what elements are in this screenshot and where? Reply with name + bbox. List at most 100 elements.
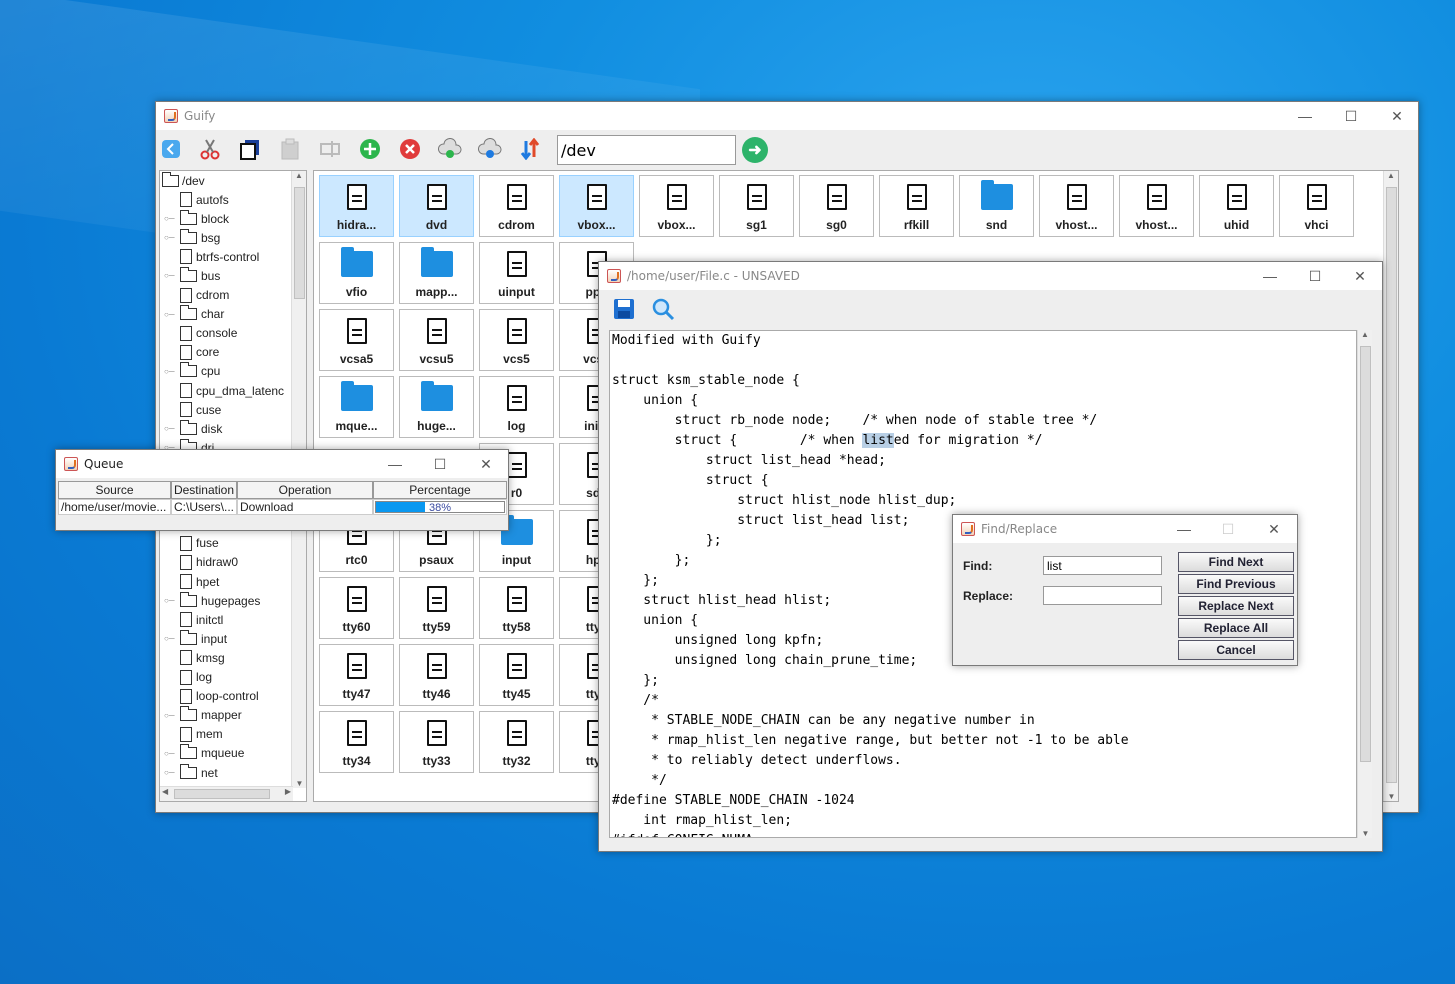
download-button[interactable] bbox=[437, 136, 463, 162]
tree-hscroll-thumb[interactable] bbox=[174, 789, 270, 799]
maximize-button[interactable]: ☐ bbox=[417, 450, 463, 478]
new-button[interactable] bbox=[357, 136, 383, 162]
tree-item-console[interactable]: console bbox=[180, 324, 237, 343]
expand-toggle-icon[interactable]: ○─ bbox=[164, 711, 175, 720]
tree-item-autofs[interactable]: autofs bbox=[180, 190, 229, 209]
tree-item-net[interactable]: ○─ net bbox=[164, 763, 218, 782]
tree-item-bsg[interactable]: ○─ bsg bbox=[164, 228, 220, 247]
copy-button[interactable] bbox=[237, 136, 263, 162]
expand-toggle-icon[interactable]: ○─ bbox=[164, 310, 175, 319]
tree-item-kmsg[interactable]: kmsg bbox=[180, 648, 225, 667]
file-tile[interactable]: mque... bbox=[319, 376, 394, 438]
find-input[interactable]: list bbox=[1043, 556, 1162, 575]
file-tile[interactable]: rfkill bbox=[879, 175, 954, 237]
column-header-percentage[interactable]: Percentage bbox=[373, 481, 507, 499]
file-tile[interactable]: tty59 bbox=[399, 577, 474, 639]
file-tile[interactable]: tty45 bbox=[479, 644, 554, 706]
tree-item-btrfs-control[interactable]: btrfs-control bbox=[180, 247, 259, 266]
tree-item-mem[interactable]: mem bbox=[180, 725, 223, 744]
replace-all-button[interactable]: Replace All bbox=[1178, 618, 1294, 638]
tree-item-hugepages[interactable]: ○─ hugepages bbox=[164, 591, 260, 610]
scroll-up-arrow-icon[interactable]: ▲ bbox=[292, 171, 306, 180]
back-button[interactable] bbox=[158, 136, 184, 162]
tree-item-initctl[interactable]: initctl bbox=[180, 610, 223, 629]
expand-toggle-icon[interactable]: ○─ bbox=[164, 634, 175, 643]
tree-item-disk[interactable]: ○─ disk bbox=[164, 419, 222, 438]
scroll-down-arrow-icon[interactable]: ▼ bbox=[1384, 792, 1398, 801]
expand-toggle-icon[interactable]: ○─ bbox=[164, 768, 175, 777]
scroll-left-arrow-icon[interactable]: ◀ bbox=[162, 787, 168, 796]
expand-toggle-icon[interactable]: ○─ bbox=[164, 214, 175, 223]
file-tile[interactable]: vbox... bbox=[559, 175, 634, 237]
replace-next-button[interactable]: Replace Next bbox=[1178, 596, 1294, 616]
file-tile[interactable]: vcsa5 bbox=[319, 309, 394, 371]
column-header-operation[interactable]: Operation bbox=[237, 481, 373, 499]
queue-progress-cell[interactable]: 38% bbox=[373, 499, 507, 515]
tree-item-cdrom[interactable]: cdrom bbox=[180, 286, 229, 305]
file-tile[interactable]: tty58 bbox=[479, 577, 554, 639]
file-tile[interactable]: tty33 bbox=[399, 711, 474, 773]
queue-source-cell[interactable]: /home/user/movie... bbox=[58, 499, 171, 515]
file-tile[interactable]: tty34 bbox=[319, 711, 394, 773]
minimize-button[interactable]: — bbox=[1247, 262, 1293, 290]
tree-item-hidraw0[interactable]: hidraw0 bbox=[180, 553, 238, 572]
minimize-button[interactable]: — bbox=[372, 450, 418, 478]
expand-toggle-icon[interactable]: ○─ bbox=[164, 596, 175, 605]
tree-item-mapper[interactable]: ○─ mapper bbox=[164, 706, 242, 725]
file-tile[interactable]: vhci bbox=[1279, 175, 1354, 237]
file-tile[interactable]: uhid bbox=[1199, 175, 1274, 237]
file-tile[interactable]: vcs5 bbox=[479, 309, 554, 371]
file-tile[interactable]: vhost... bbox=[1039, 175, 1114, 237]
file-tile[interactable]: snd bbox=[959, 175, 1034, 237]
expand-toggle-icon[interactable]: ○─ bbox=[164, 424, 175, 433]
upload-button[interactable] bbox=[477, 136, 503, 162]
expand-toggle-icon[interactable]: ○─ bbox=[164, 749, 175, 758]
file-tile[interactable]: tty47 bbox=[319, 644, 394, 706]
tree-item-cuse[interactable]: cuse bbox=[180, 400, 221, 419]
expand-toggle-icon[interactable]: ○─ bbox=[164, 367, 175, 376]
rename-button[interactable] bbox=[317, 136, 343, 162]
scroll-up-arrow-icon[interactable]: ▲ bbox=[1358, 330, 1372, 339]
file-tile[interactable]: sg1 bbox=[719, 175, 794, 237]
minimize-button[interactable]: — bbox=[1161, 515, 1207, 543]
tree-item-bus[interactable]: ○─ bus bbox=[164, 266, 220, 285]
expand-toggle-icon[interactable]: ○─ bbox=[164, 271, 175, 280]
paste-button[interactable] bbox=[277, 136, 303, 162]
tree-item-cpu[interactable]: ○─ cpu bbox=[164, 362, 220, 381]
column-header-source[interactable]: Source bbox=[58, 481, 171, 499]
file-tile[interactable]: vcsu5 bbox=[399, 309, 474, 371]
scroll-right-arrow-icon[interactable]: ▶ bbox=[285, 787, 291, 796]
file-tile[interactable]: dvd bbox=[399, 175, 474, 237]
scroll-down-arrow-icon[interactable]: ▼ bbox=[292, 779, 306, 788]
save-button[interactable] bbox=[613, 298, 635, 323]
file-tile[interactable]: vhost... bbox=[1119, 175, 1194, 237]
tree-item-loop-control[interactable]: loop-control bbox=[180, 687, 259, 706]
file-tile[interactable]: vbox... bbox=[639, 175, 714, 237]
scroll-up-arrow-icon[interactable]: ▲ bbox=[1384, 171, 1398, 180]
file-tile[interactable]: tty32 bbox=[479, 711, 554, 773]
editor-vertical-scrollbar[interactable]: ▲ ▼ bbox=[1357, 330, 1372, 838]
maximize-button[interactable]: ☐ bbox=[1328, 102, 1374, 130]
tree-item-hpet[interactable]: hpet bbox=[180, 572, 219, 591]
tree-root[interactable]: /dev bbox=[162, 171, 205, 190]
find-next-button[interactable]: Find Next bbox=[1178, 552, 1294, 572]
tree-item-input[interactable]: ○─ input bbox=[164, 629, 227, 648]
file-tile[interactable]: log bbox=[479, 376, 554, 438]
close-button[interactable]: ✕ bbox=[1337, 262, 1383, 290]
grid-scroll-thumb[interactable] bbox=[1386, 187, 1397, 783]
file-tile[interactable]: sg0 bbox=[799, 175, 874, 237]
file-tile[interactable]: hidra... bbox=[319, 175, 394, 237]
queue-destination-cell[interactable]: C:\Users\... bbox=[171, 499, 237, 515]
editor-scroll-thumb[interactable] bbox=[1360, 346, 1371, 762]
expand-toggle-icon[interactable]: ○─ bbox=[164, 233, 175, 242]
tree-item-block[interactable]: ○─ block bbox=[164, 209, 229, 228]
cancel-button[interactable]: Cancel bbox=[1178, 640, 1294, 660]
grid-vertical-scrollbar[interactable]: ▲ ▼ bbox=[1383, 171, 1398, 801]
file-tile[interactable]: mapp... bbox=[399, 242, 474, 304]
path-input[interactable]: /dev bbox=[557, 135, 736, 165]
go-button[interactable]: ➜ bbox=[742, 137, 768, 163]
file-tile[interactable]: huge... bbox=[399, 376, 474, 438]
sort-button[interactable] bbox=[517, 136, 543, 162]
tree-item-fuse[interactable]: fuse bbox=[180, 534, 219, 553]
file-tile[interactable]: tty60 bbox=[319, 577, 394, 639]
